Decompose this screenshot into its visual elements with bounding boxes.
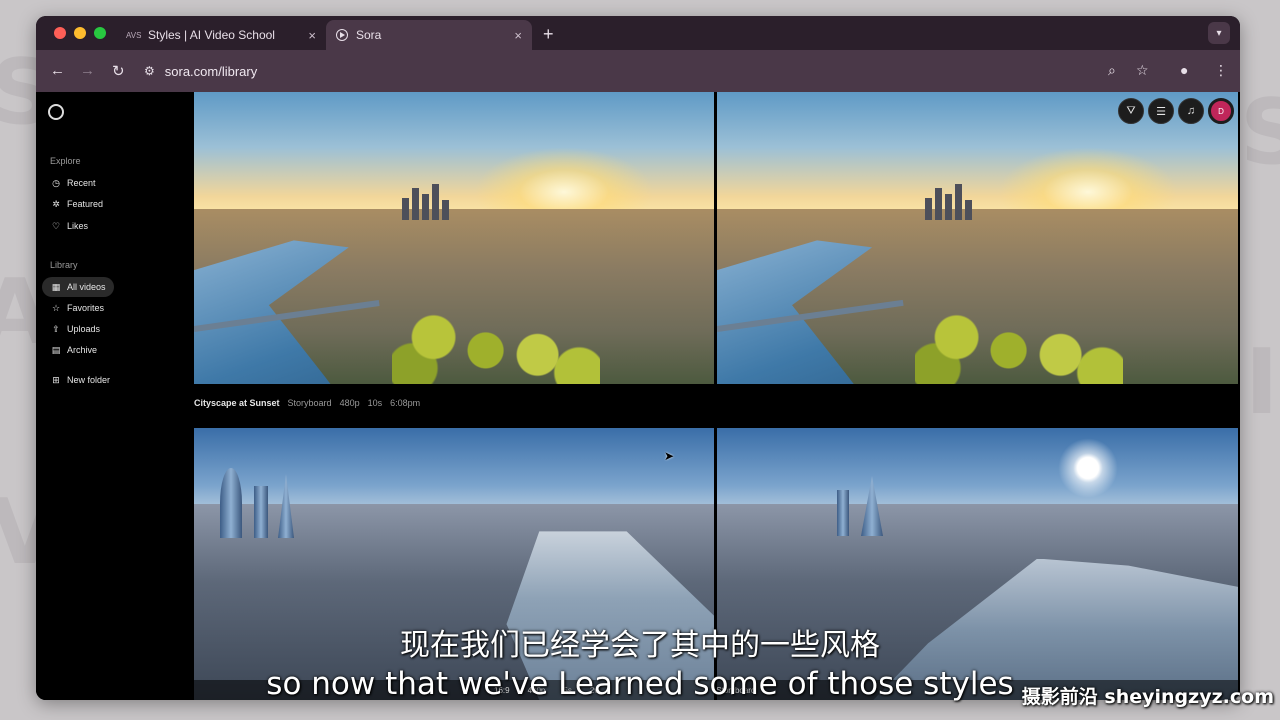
tab-title: Sora xyxy=(356,28,382,42)
sidebar-item-label: Recent xyxy=(67,178,96,188)
archive-icon: ▤ xyxy=(51,344,61,355)
video-type: Storyboard xyxy=(287,398,332,408)
notifications-button[interactable]: ♫ xyxy=(1178,98,1204,124)
site-settings-icon[interactable]: ⚙ xyxy=(144,64,155,78)
bookmark-star-icon[interactable]: ☆ xyxy=(1136,62,1149,79)
menu-kebab-icon[interactable]: ⋮ xyxy=(1214,62,1228,79)
video-duration: 10s xyxy=(367,398,383,408)
new-tab-button[interactable]: + xyxy=(543,24,554,45)
video-title[interactable]: Cityscape at Sunset xyxy=(194,398,280,408)
filter-button[interactable]: ⛛ xyxy=(1118,98,1144,124)
sidebar-item-likes[interactable]: ♡ Likes xyxy=(42,216,96,236)
tab-sora[interactable]: Sora × xyxy=(326,20,532,50)
sora-favicon-icon xyxy=(336,29,348,41)
sidebar-item-label: Featured xyxy=(67,199,104,209)
reload-button[interactable]: ↻ xyxy=(112,62,125,80)
video-thumbnail[interactable] xyxy=(717,92,1238,384)
section-library: Library xyxy=(50,260,78,270)
sidebar-item-label: New folder xyxy=(67,375,111,385)
watermark-text: 摄影前沿 sheyingzyz.com xyxy=(1021,686,1274,708)
sidebar-item-all-videos[interactable]: ▦ All videos xyxy=(42,277,114,297)
sidebar-item-label: Likes xyxy=(67,221,89,231)
sidebar-item-label: Favorites xyxy=(67,303,105,313)
grid-icon: ▦ xyxy=(51,281,61,292)
forward-button[interactable]: → xyxy=(80,62,95,79)
back-button[interactable]: ← xyxy=(50,62,65,79)
sora-app: Explore ◷ Recent ✲ Featured ♡ Likes Libr… xyxy=(36,92,1240,700)
window-controls xyxy=(54,27,106,39)
tab-styles[interactable]: AVS Styles | AI Video School × xyxy=(116,20,326,50)
sidebar-item-uploads[interactable]: ⇪ Uploads xyxy=(42,319,108,339)
avs-favicon-icon: AVS xyxy=(126,30,142,40)
tab-search-button[interactable]: ▾ xyxy=(1208,22,1230,44)
sora-logo-icon[interactable] xyxy=(48,104,64,120)
sidebar-item-featured[interactable]: ✲ Featured xyxy=(42,194,111,214)
heart-icon: ♡ xyxy=(51,220,61,231)
clock-icon: ◷ xyxy=(52,177,60,188)
sidebar-item-archive[interactable]: ▤ Archive xyxy=(42,340,105,360)
view-toggle-button[interactable]: ☰ xyxy=(1148,98,1174,124)
sidebar-item-recent[interactable]: ◷ Recent xyxy=(42,173,104,193)
upload-icon: ⇪ xyxy=(52,323,60,334)
tab-bar: AVS Styles | AI Video School × Sora × + … xyxy=(36,16,1240,50)
minimize-window-button[interactable] xyxy=(74,27,86,39)
browser-window: AVS Styles | AI Video School × Sora × + … xyxy=(36,16,1240,700)
zoom-icon[interactable]: ⌕ xyxy=(1108,62,1116,79)
bell-icon: ♫ xyxy=(1186,105,1196,117)
close-tab-icon[interactable]: × xyxy=(514,28,522,43)
list-icon: ☰ xyxy=(1156,105,1166,118)
url-text: sora.com/library xyxy=(164,63,258,79)
video-resolution: 480p xyxy=(339,398,360,408)
video-meta: Cityscape at Sunset Storyboard 480p 10s … xyxy=(194,396,428,410)
avatar[interactable]: D xyxy=(1208,98,1234,124)
sidebar-item-favorites[interactable]: ☆ Favorites xyxy=(42,298,112,318)
featured-icon: ✲ xyxy=(52,198,60,209)
video-thumbnail[interactable] xyxy=(194,92,714,384)
address-toolbar: ← → ↻ ⚙ sora.com/library ⌕ ☆ ● ⋮ xyxy=(36,50,1240,92)
sidebar-item-new-folder[interactable]: ⊞ New folder xyxy=(42,370,118,390)
address-bar[interactable]: ⚙ sora.com/library xyxy=(138,56,1228,86)
close-window-button[interactable] xyxy=(54,27,66,39)
folder-plus-icon: ⊞ xyxy=(52,374,60,385)
profile-icon[interactable]: ● xyxy=(1180,62,1188,78)
section-explore: Explore xyxy=(50,156,81,166)
chevron-down-icon: ▾ xyxy=(1216,27,1222,39)
sidebar-item-label: All videos xyxy=(67,282,106,292)
filter-icon: ⛛ xyxy=(1126,104,1136,117)
close-tab-icon[interactable]: × xyxy=(308,28,316,43)
maximize-window-button[interactable] xyxy=(94,27,106,39)
star-icon: ☆ xyxy=(51,302,61,313)
sidebar: Explore ◷ Recent ✲ Featured ♡ Likes Libr… xyxy=(36,92,194,700)
top-toolbar: ⛛ ☰ ♫ D xyxy=(1118,98,1234,124)
sidebar-item-label: Uploads xyxy=(67,324,101,334)
sidebar-item-label: Archive xyxy=(67,345,98,355)
subtitle-chinese: 现在我们已经学会了其中的一些风格 xyxy=(400,628,880,663)
mouse-cursor-icon: ➤ xyxy=(664,449,675,463)
tab-title: Styles | AI Video School xyxy=(148,28,275,42)
video-time: 6:08pm xyxy=(390,398,421,408)
